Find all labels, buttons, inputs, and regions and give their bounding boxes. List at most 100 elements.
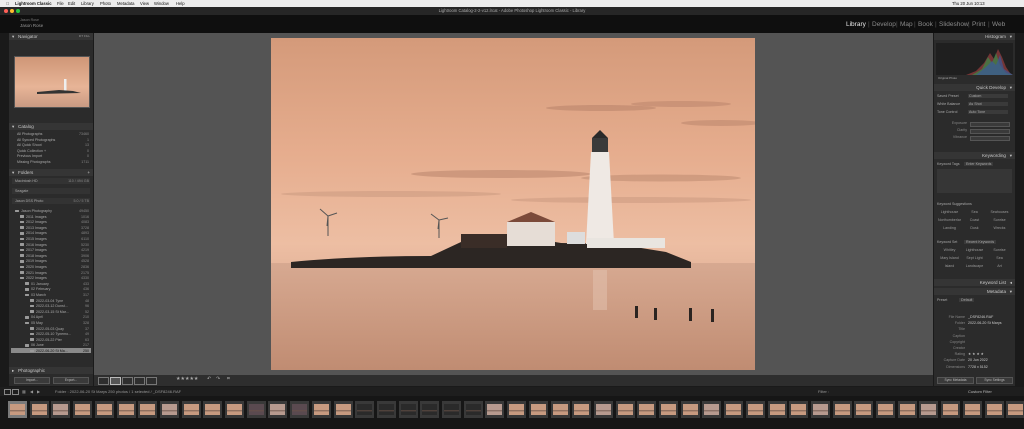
histogram-header[interactable]: Histogram ▾ <box>934 33 1015 40</box>
rotate-left-icon[interactable]: ↶ <box>207 376 211 382</box>
filmstrip-thumbnail[interactable] <box>181 401 201 418</box>
keyword-entry-box[interactable] <box>937 169 1012 193</box>
folder-row[interactable] <box>11 320 91 325</box>
keywording-header[interactable]: Keywording ▾ <box>934 152 1015 159</box>
keyword-suggestion[interactable]: Sea <box>963 210 986 214</box>
keyword-list-header[interactable]: Keyword List ◂ <box>934 279 1015 286</box>
filmstrip-thumbnail[interactable] <box>485 401 505 418</box>
menu-library[interactable]: Library <box>81 0 94 7</box>
metadata-field-value[interactable]: 20 Jun 2022 <box>968 358 988 362</box>
sync-settings-button[interactable]: Sync Settings <box>976 377 1013 384</box>
export-button[interactable]: Export... <box>53 377 89 384</box>
main-photo[interactable] <box>271 38 755 370</box>
filmstrip-thumbnail[interactable] <box>138 401 158 418</box>
filmstrip-thumbnail[interactable] <box>550 401 570 418</box>
module-book[interactable]: Book <box>918 21 933 28</box>
filmstrip-thumbnail[interactable] <box>203 401 223 418</box>
folder-row[interactable] <box>11 292 91 297</box>
grid-view-icon[interactable] <box>98 377 109 385</box>
keyword-set-item[interactable]: Island <box>938 264 961 268</box>
main-window-icon[interactable] <box>4 389 11 395</box>
filmstrip-thumbnail[interactable] <box>962 401 982 418</box>
keyword-suggestion[interactable]: Wrecks <box>988 226 1011 230</box>
filmstrip-thumbnail[interactable] <box>941 401 961 418</box>
filmstrip-thumbnail[interactable] <box>290 401 310 418</box>
keyword-set-item[interactable]: Sunrise <box>988 248 1011 252</box>
filmstrip-source-info[interactable]: Folder : 2022-06-20 St Marys 250 photos … <box>55 387 181 396</box>
module-map[interactable]: Map <box>900 21 913 28</box>
keyword-tags-select[interactable]: Enter Keywords <box>964 162 994 166</box>
module-web[interactable]: Web <box>992 21 1005 28</box>
loupe-view-icon[interactable] <box>110 377 121 385</box>
metadata-field-value[interactable]: ★ ★ ★ ★ <box>968 352 984 356</box>
metadata-header[interactable]: Metadata ▾ <box>934 288 1015 295</box>
app-menu[interactable]: Lightroom Classic <box>15 0 52 7</box>
metadata-field-value[interactable]: 7728 x 5152 <box>968 365 988 369</box>
menu-metadata[interactable]: Metadata <box>117 0 134 7</box>
keyword-suggestion[interactable]: Sunrise <box>988 218 1011 222</box>
filmstrip-thumbnail[interactable] <box>8 401 27 418</box>
catalog-item[interactable]: All Quick Shoot <box>17 143 42 147</box>
folders-header[interactable]: ▾ Folders + <box>9 169 93 176</box>
keyword-suggestion[interactable]: Dusk <box>963 226 986 230</box>
filmstrip-thumbnail[interactable] <box>225 401 244 418</box>
apple-menu-icon[interactable]:  <box>6 0 9 7</box>
keyword-set-item[interactable]: Sept Light <box>963 256 986 260</box>
filmstrip-thumbnail[interactable] <box>94 401 114 418</box>
quick-develop-slider-buttons[interactable] <box>970 121 1010 127</box>
add-folder-icon[interactable]: + <box>87 169 90 176</box>
catalog-item[interactable]: All Photographs <box>17 132 42 136</box>
filmstrip-thumbnail[interactable] <box>593 401 613 418</box>
filmstrip-thumbnail[interactable] <box>615 401 635 418</box>
menu-view[interactable]: View <box>140 0 149 7</box>
filmstrip-thumbnail[interactable] <box>680 401 700 418</box>
keyword-suggestion[interactable]: Lighthouse <box>938 210 961 214</box>
catalog-item[interactable]: Quick Collection + <box>17 149 46 153</box>
keyword-suggestion[interactable]: Coast <box>963 218 986 222</box>
folder-row[interactable] <box>11 343 91 348</box>
collections-header[interactable]: ▸ Photographic <box>9 367 93 374</box>
filmstrip-thumbnail[interactable] <box>376 401 396 418</box>
filmstrip-thumbnail[interactable] <box>51 401 71 418</box>
keyword-suggestion[interactable]: Northumberland <box>938 218 961 222</box>
filmstrip-thumbnail[interactable] <box>659 401 678 418</box>
rating-stars[interactable]: ★★★★★ <box>176 376 198 382</box>
filmstrip-thumbnail[interactable] <box>637 401 657 418</box>
keyword-set-item[interactable]: Art <box>988 264 1011 268</box>
filmstrip-thumbnail[interactable] <box>897 401 917 418</box>
catalog-header[interactable]: ▾ Catalog <box>9 123 93 130</box>
keyword-set-item[interactable]: Landscape <box>963 264 986 268</box>
filmstrip-thumbnail[interactable] <box>810 401 830 418</box>
folder-row[interactable] <box>11 287 91 292</box>
filmstrip-thumbnail[interactable] <box>463 401 483 418</box>
module-library[interactable]: Library <box>846 21 866 28</box>
module-print[interactable]: Print <box>972 21 985 28</box>
filmstrip-thumbnail[interactable] <box>832 401 852 418</box>
second-window-icon[interactable] <box>12 389 19 395</box>
filmstrip-thumbnail[interactable] <box>789 401 809 418</box>
forward-arrow-icon[interactable]: ▶ <box>37 387 40 396</box>
folder-row[interactable] <box>11 315 91 320</box>
quick-develop-header[interactable]: Quick Develop ▾ <box>934 84 1015 91</box>
filmstrip-thumbnail[interactable] <box>854 401 874 418</box>
menu-photo[interactable]: Photo <box>100 0 111 7</box>
module-slideshow[interactable]: Slideshow <box>939 21 969 28</box>
menu-window[interactable]: Window <box>154 0 169 7</box>
navigator-preview[interactable] <box>14 56 90 108</box>
folder-row[interactable] <box>11 281 91 286</box>
filmstrip-thumbnail[interactable] <box>919 401 939 418</box>
filmstrip-thumbnail[interactable] <box>984 401 1004 418</box>
keyword-set-select[interactable]: Recent Keywords <box>964 240 997 244</box>
compare-view-icon[interactable] <box>122 377 133 385</box>
survey-view-icon[interactable] <box>134 377 145 385</box>
filmstrip-thumbnail[interactable] <box>507 401 527 418</box>
filmstrip-thumbnail[interactable] <box>420 401 440 418</box>
menu-help[interactable]: Help <box>176 0 185 7</box>
filmstrip-thumbnail[interactable] <box>311 401 331 418</box>
filmstrip-thumbnail[interactable] <box>355 401 375 418</box>
quick-develop-slider-buttons[interactable] <box>970 135 1010 141</box>
rotate-right-icon[interactable]: ↷ <box>216 376 220 382</box>
filmstrip-thumbnail[interactable] <box>333 401 353 418</box>
keyword-suggestion[interactable]: Landing <box>938 226 961 230</box>
filmstrip-thumbnail[interactable] <box>724 401 744 418</box>
